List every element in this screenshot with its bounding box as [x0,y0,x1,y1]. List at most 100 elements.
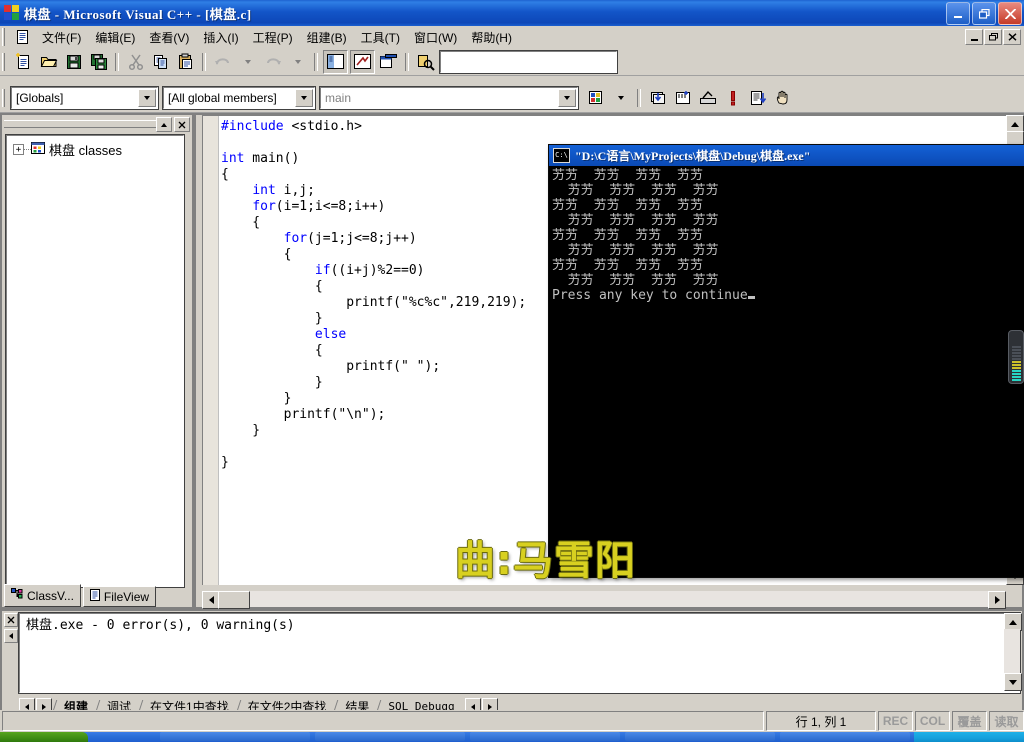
selection-margin[interactable] [203,116,219,585]
tree-connector [24,148,31,151]
tab-classview[interactable]: ClassV... [4,584,81,607]
status-ovr: 覆盖 [952,711,987,731]
taskbar-item[interactable] [315,732,465,741]
wizard-bar: [Globals] [All global members] main [0,84,1024,113]
chevron-down-icon [617,96,624,100]
save-all-button[interactable] [87,51,110,73]
console-title-bar: C:\ "D:\C语言\MyProjects\棋盘\Debug\棋盘.exe" [549,145,1024,166]
status-message [2,711,764,731]
output-vscrollbar[interactable] [1004,613,1022,691]
console-window[interactable]: C:\ "D:\C语言\MyProjects\棋盘\Debug\棋盘.exe" … [548,144,1024,578]
hscroll-track[interactable] [218,591,990,609]
taskbar-item[interactable] [470,732,620,741]
menu-window[interactable]: 窗口(W) [407,27,464,48]
output-pane-buttons [4,613,18,643]
chevron-down-icon[interactable] [295,89,313,107]
menu-project[interactable]: 工程(P) [246,27,300,48]
mdi-close-button[interactable] [1003,29,1021,45]
output-line: 棋盘.exe - 0 error(s), 0 warning(s) [26,618,295,633]
menu-edit[interactable]: 编辑(E) [88,27,142,48]
chevron-down-icon[interactable] [558,89,576,107]
open-file-icon [40,56,57,67]
output-collapse-button[interactable] [4,629,18,643]
cut-button[interactable] [124,51,147,73]
hscroll-thumb[interactable] [218,591,250,609]
menu-build[interactable]: 组建(B) [300,27,354,48]
standard-toolbar-grip[interactable] [2,52,9,71]
wizardbar-dropdown-button[interactable] [609,87,632,109]
member-combo-value: [All global members] [168,91,277,105]
system-tray[interactable] [914,732,1024,742]
taskbar-item[interactable] [625,732,775,741]
workspace-tabs: ClassV... FileView [4,584,158,607]
menu-view[interactable]: 查看(V) [142,27,196,48]
menu-file[interactable]: 文件(F) [35,27,88,48]
save-button[interactable] [62,51,85,73]
workspace-pane: + 棋盘 classes ClassV... FileView [2,115,192,607]
wizardbar-action-button[interactable] [584,87,607,109]
expand-plus-icon[interactable]: + [13,144,24,155]
batch-build-button[interactable] [696,87,719,109]
document-icon [15,29,31,45]
undo-dropdown-button[interactable] [236,51,259,73]
console-output-area[interactable]: 艻艻 艻艻 艻艻 艻艻 艻艻 艻艻 艻艻 艻艻 艻艻 艻艻 艻艻 艻艻 艻艻 艻… [549,166,1024,577]
output-close-button[interactable] [4,613,18,627]
compile-button[interactable] [646,87,669,109]
chevron-down-icon[interactable] [138,89,156,107]
build-button[interactable] [671,87,694,109]
pause-button[interactable] [771,87,794,109]
tab-fileview[interactable]: FileView [82,586,157,607]
output-scroll-down-button[interactable] [1004,673,1022,691]
stop-build-button[interactable] [721,87,744,109]
output-toggle-icon [354,54,371,69]
tree-item-classes[interactable]: + 棋盘 classes [7,136,183,159]
output-text-area[interactable]: 棋盘.exe - 0 error(s), 0 warning(s) [18,612,1021,694]
workspace-drag-grip[interactable] [4,120,156,128]
output-toggle-button[interactable] [350,49,375,74]
menu-insert[interactable]: 插入(I) [196,27,245,48]
undo-button[interactable] [211,51,234,73]
copy-button[interactable] [149,51,172,73]
paste-button[interactable] [174,51,197,73]
execute-button[interactable] [746,87,769,109]
hand-icon [776,90,787,105]
find-input[interactable] [439,49,618,74]
restore-button[interactable] [972,2,996,25]
close-button[interactable] [998,2,1022,25]
source-code[interactable]: #include <stdio.h> int main() { int i,j;… [221,119,526,471]
scroll-right-button[interactable] [988,591,1006,609]
new-file-icon [15,52,29,69]
class-view-tree[interactable]: + 棋盘 classes [5,134,185,588]
workspace-toggle-button[interactable] [323,49,348,74]
tab-fileview-label: FileView [103,589,150,604]
menu-help[interactable]: 帮助(H) [464,27,519,48]
wizardbar-grip[interactable] [2,89,9,107]
class-folder-icon [31,141,46,158]
start-button[interactable] [0,732,88,742]
menu-tools[interactable]: 工具(T) [354,27,407,48]
output-vscroll-track[interactable] [1004,629,1020,675]
minimize-button[interactable] [946,2,970,25]
member-combo[interactable]: [All global members] [162,86,316,110]
mdi-minimize-button[interactable] [965,29,983,45]
redo-dropdown-button[interactable] [286,51,309,73]
taskbar-item[interactable] [780,732,910,741]
window-title: 棋盘 - Microsoft Visual C++ - [棋盘.c] [24,6,252,22]
find-in-files-button[interactable] [414,51,437,73]
title-bar: 棋盘 - Microsoft Visual C++ - [棋盘.c] [0,0,1024,26]
redo-button[interactable] [261,51,284,73]
cut-icon [128,54,143,70]
mdi-restore-button[interactable] [984,29,1002,45]
editor-hscrollbar[interactable] [202,591,1022,609]
class-combo[interactable]: [Globals] [10,86,159,110]
workspace-close-button[interactable] [174,117,190,132]
taskbar-item[interactable] [160,732,310,741]
open-file-button[interactable] [37,51,60,73]
menu-drag-grip[interactable] [2,28,9,46]
function-combo[interactable]: main [319,86,579,110]
batch-build-icon [699,90,716,104]
window-list-button[interactable] [377,51,400,73]
workspace-minimize-button[interactable] [156,117,172,132]
classview-icon [11,588,24,603]
new-file-button[interactable] [12,51,35,73]
